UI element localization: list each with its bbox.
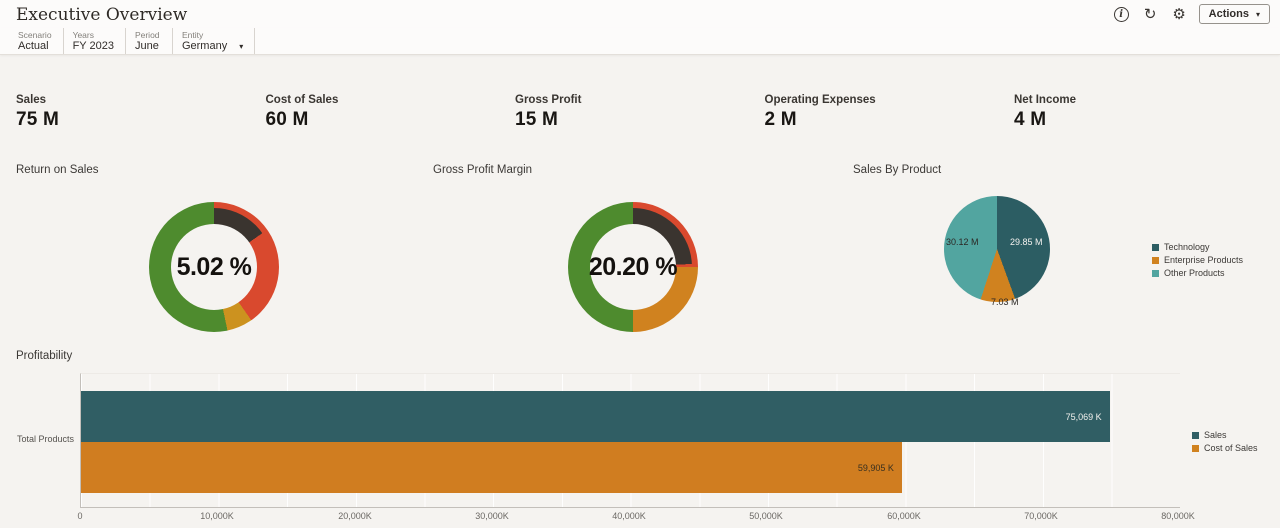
legend-item-cost-of-sales: Cost of Sales	[1192, 443, 1258, 453]
kpi-tile-operating-expenses: Operating Expenses 2 M	[765, 94, 1015, 131]
kpi-row: Sales 75 M Cost of Sales 60 M Gross Prof…	[16, 94, 1264, 131]
legend-label: Enterprise Products	[1164, 255, 1244, 265]
gauge-value: 5.02 %	[176, 252, 252, 281]
kpi-value: 75 M	[16, 109, 60, 130]
actions-button[interactable]: Actions ▾	[1198, 4, 1270, 24]
legend-item-other-products: Other Products	[1152, 268, 1243, 278]
pie-legend: Technology Enterprise Products Other Pro…	[1152, 242, 1243, 278]
bar-cost-of-sales[interactable]: 59,905 K	[81, 442, 902, 493]
legend-swatch	[1152, 256, 1159, 264]
kpi-label: Sales	[16, 94, 47, 106]
pie-slice-label-technology: 29.85 M	[1010, 237, 1043, 247]
chevron-down-icon[interactable]: ▾	[239, 40, 243, 53]
legend-label: Cost of Sales	[1204, 443, 1258, 453]
pie-slice-label-enterprise-products: 7.03 M	[991, 297, 1019, 307]
legend-item-technology: Technology	[1152, 242, 1243, 252]
kpi-tile-gross-profit: Gross Profit 15 M	[515, 94, 765, 131]
bar-chart-title: Profitability	[16, 350, 73, 362]
kpi-value: 4 M	[1014, 109, 1047, 130]
pov-bar: Scenario Actual Years FY 2023 Period Jun…	[0, 28, 1280, 55]
bar-value-label: 59,905 K	[857, 462, 894, 473]
pov-member-value: June	[134, 39, 159, 52]
x-axis-tick: 10,000K	[200, 511, 234, 521]
kpi-label: Gross Profit	[515, 94, 582, 106]
pov-member-value: Actual	[18, 39, 49, 52]
kpi-label: Cost of Sales	[265, 94, 339, 106]
x-axis-tick: 60,000K	[887, 511, 921, 521]
bar-sales[interactable]: 75,069 K	[81, 391, 1110, 442]
kpi-tile-cost-of-sales: Cost of Sales 60 M	[266, 94, 516, 131]
app-header: Executive Overview i ↻ ⚙ Actions ▾	[0, 0, 1280, 28]
bar-value-label: 75,069 K	[1065, 411, 1102, 422]
info-icon[interactable]: i	[1112, 5, 1131, 24]
legend-label: Other Products	[1164, 268, 1225, 278]
kpi-label: Operating Expenses	[764, 94, 876, 106]
pov-dimension-label: Years	[72, 29, 94, 40]
refresh-icon[interactable]: ↻	[1141, 5, 1160, 24]
actions-button-label: Actions	[1208, 8, 1249, 20]
legend-label: Technology	[1164, 242, 1210, 252]
x-axis-tick: 70,000K	[1024, 511, 1058, 521]
y-axis-category-label: Total Products	[16, 434, 74, 444]
x-axis-tick: 40,000K	[612, 511, 646, 521]
gauge-title-return-on-sales: Return on Sales	[16, 164, 99, 176]
pie-graphic	[944, 196, 1050, 302]
kpi-value: 2 M	[764, 109, 797, 130]
kpi-tile-sales: Sales 75 M	[16, 94, 266, 131]
kpi-tile-net-income: Net Income 4 M	[1014, 94, 1264, 131]
pov-member-value: FY 2023	[72, 39, 114, 52]
legend-swatch	[1152, 243, 1159, 251]
pov-dimension-label: Scenario	[18, 29, 52, 40]
pov-dimension-label: Entity	[181, 29, 204, 40]
kpi-value: 60 M	[265, 109, 309, 130]
legend-label: Sales	[1204, 430, 1227, 440]
gear-icon[interactable]: ⚙	[1170, 5, 1189, 24]
legend-swatch	[1192, 431, 1199, 439]
x-axis-tick: 50,000K	[749, 511, 783, 521]
legend-swatch	[1152, 269, 1159, 277]
bar-chart-legend: Sales Cost of Sales	[1192, 430, 1258, 453]
chevron-down-icon: ▾	[1255, 9, 1260, 19]
legend-item-enterprise-products: Enterprise Products	[1152, 255, 1243, 265]
pie-slice-label-other-products: 30.12 M	[946, 237, 979, 247]
pov-item-scenario[interactable]: Scenario Actual	[18, 28, 64, 54]
kpi-label: Net Income	[1014, 94, 1076, 106]
x-axis-tick: 80,000K	[1161, 511, 1195, 521]
page-title: Executive Overview	[16, 5, 188, 25]
bar-chart-plot-area: 75,069 K 59,905 K	[80, 373, 1180, 508]
x-axis-tick: 30,000K	[475, 511, 509, 521]
x-axis-tick: 0	[77, 511, 83, 521]
kpi-value: 15 M	[515, 109, 559, 130]
gauge-return-on-sales[interactable]: 5.02 %	[149, 202, 279, 332]
gauge-title-gross-profit-margin: Gross Profit Margin	[433, 164, 533, 176]
gauge-gross-profit-margin[interactable]: 20.20 %	[568, 202, 698, 332]
x-axis-tick: 20,000K	[338, 511, 372, 521]
legend-item-sales: Sales	[1192, 430, 1258, 440]
pie-chart-sales-by-product[interactable]: 29.85 M 30.12 M 7.03 M	[944, 196, 1084, 321]
pie-title: Sales By Product	[853, 164, 942, 176]
pov-member-value: Germany	[181, 39, 228, 52]
header-toolbar: i ↻ ⚙ Actions ▾	[1112, 2, 1270, 26]
legend-swatch	[1192, 444, 1199, 452]
pov-item-period[interactable]: Period June	[135, 28, 173, 54]
pov-dimension-label: Period	[134, 29, 160, 40]
gauge-value: 20.20 %	[588, 252, 678, 281]
pov-item-entity[interactable]: Entity Germany ▾	[181, 28, 256, 54]
pov-item-years[interactable]: Years FY 2023	[73, 28, 126, 54]
